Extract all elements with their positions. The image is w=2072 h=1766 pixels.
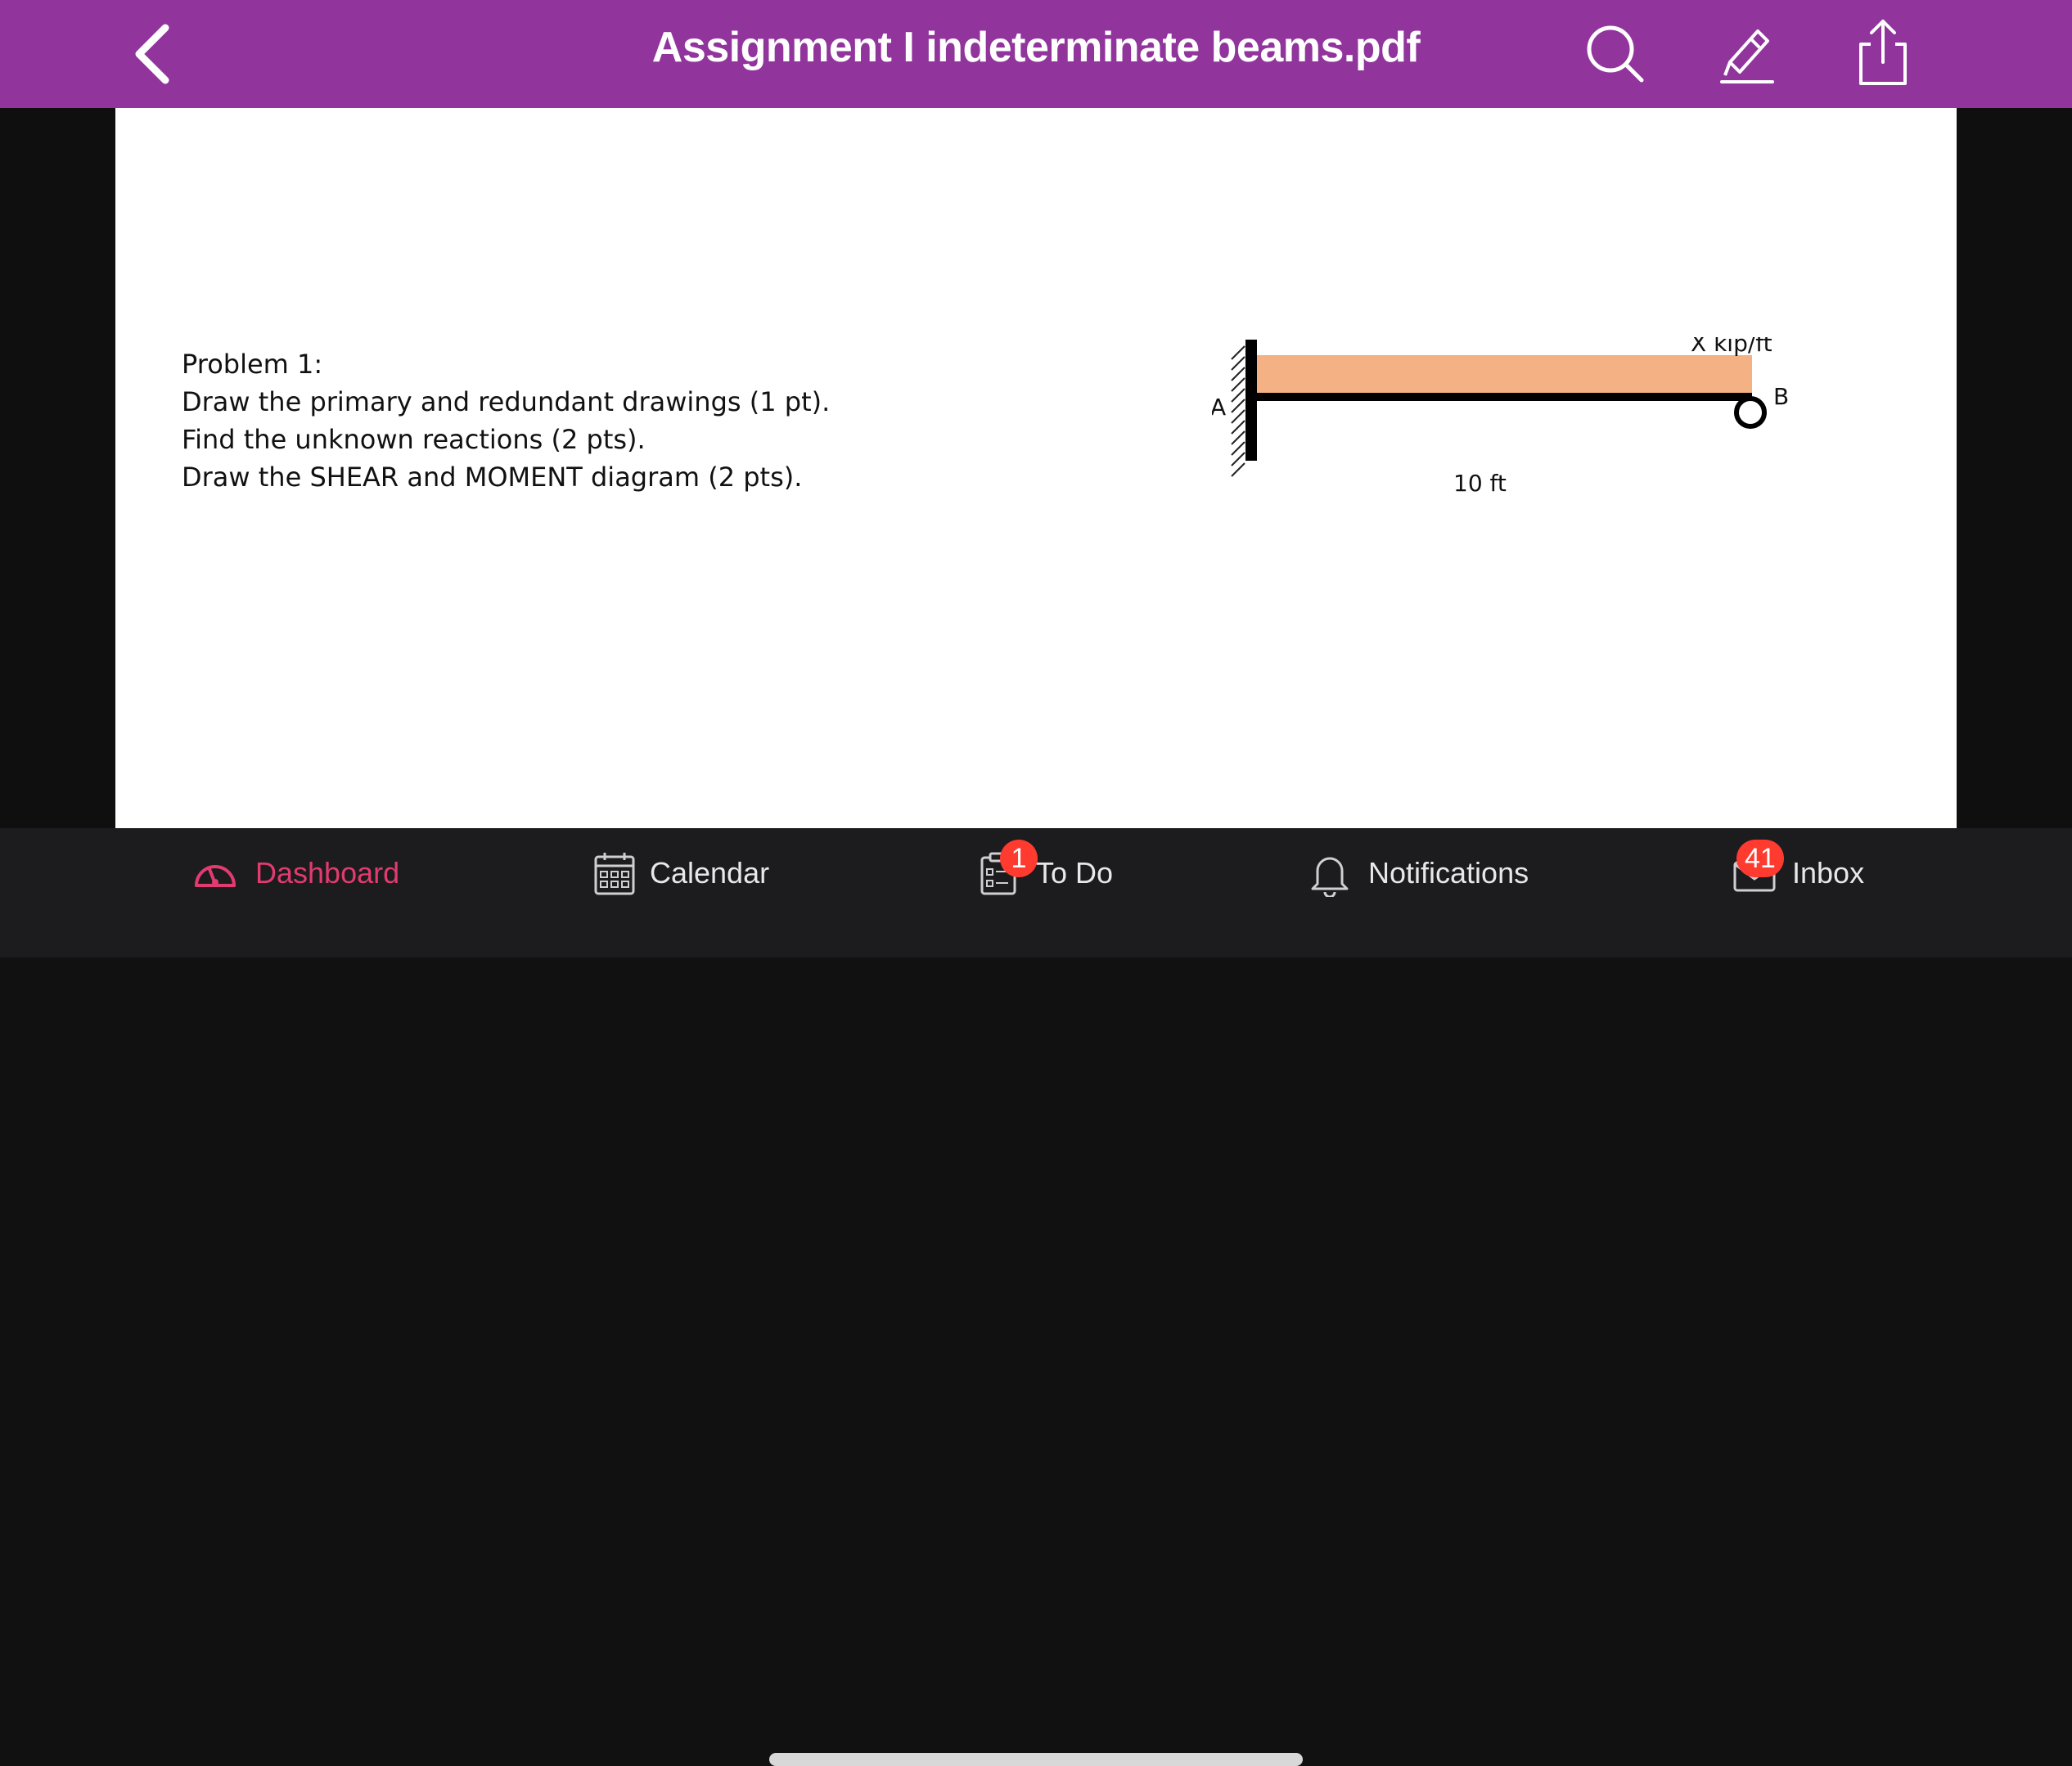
annotate-pen-icon — [1720, 29, 1774, 83]
todo-badge: 1 — [1000, 840, 1038, 877]
tab-todo[interactable]: 1 To Do — [975, 840, 1123, 899]
bottom-tab-bar: Dashboard Calendar 1 To Do Notifications… — [0, 828, 2072, 1766]
share-button[interactable] — [1846, 16, 1920, 90]
share-icon — [1859, 20, 1907, 85]
problem-line: Find the unknown reactions (2 pts). — [182, 424, 646, 455]
support-a-label: A — [1212, 394, 1226, 421]
tab-inbox[interactable]: 41 Inbox — [1732, 840, 1879, 899]
beam — [1257, 393, 1752, 401]
beam-diagram: X kip/ft A B 10 ft — [1210, 330, 1948, 665]
calendar-icon — [591, 849, 638, 897]
span-label: 10 ft — [1453, 470, 1507, 497]
support-b-label: B — [1773, 383, 1789, 410]
annotate-button[interactable] — [1710, 16, 1784, 90]
roller-support — [1734, 396, 1767, 429]
tab-dashboard[interactable]: Dashboard — [191, 841, 404, 899]
inbox-badge: 41 — [1736, 840, 1784, 877]
fixed-support-hatch — [1231, 345, 1245, 477]
tab-label: Notifications — [1368, 856, 1529, 890]
tab-label: Calendar — [650, 856, 770, 890]
home-indicator[interactable] — [769, 1753, 1303, 1766]
bell-icon — [1306, 849, 1354, 899]
search-icon — [1587, 25, 1644, 83]
problem-line: Draw the SHEAR and MOMENT diagram (2 pts… — [182, 462, 803, 493]
tab-calendar[interactable]: Calendar — [591, 841, 771, 899]
tab-label: Dashboard — [255, 856, 400, 890]
tab-label: To Do — [1036, 856, 1114, 890]
tab-notifications[interactable]: Notifications — [1306, 841, 1552, 899]
dashboard-gauge-icon — [191, 849, 239, 897]
pdf-page: Problem 1: Draw the primary and redundan… — [115, 108, 1957, 828]
problem-heading: Problem 1: — [182, 349, 323, 380]
load-label: X kip/ft — [1691, 337, 1772, 357]
search-button[interactable] — [1578, 16, 1651, 90]
fixed-support-visible — [1245, 340, 1257, 461]
problem-line: Draw the primary and redundant drawings … — [182, 386, 831, 417]
distributed-load-block — [1257, 355, 1752, 393]
problem-statement: Problem 1: Draw the primary and redundan… — [182, 345, 830, 496]
top-bar: Assignment I indeterminate beams.pdf — [0, 0, 2072, 108]
tab-label: Inbox — [1792, 856, 1865, 890]
pdf-viewer[interactable]: Problem 1: Draw the primary and redundan… — [0, 108, 2072, 828]
